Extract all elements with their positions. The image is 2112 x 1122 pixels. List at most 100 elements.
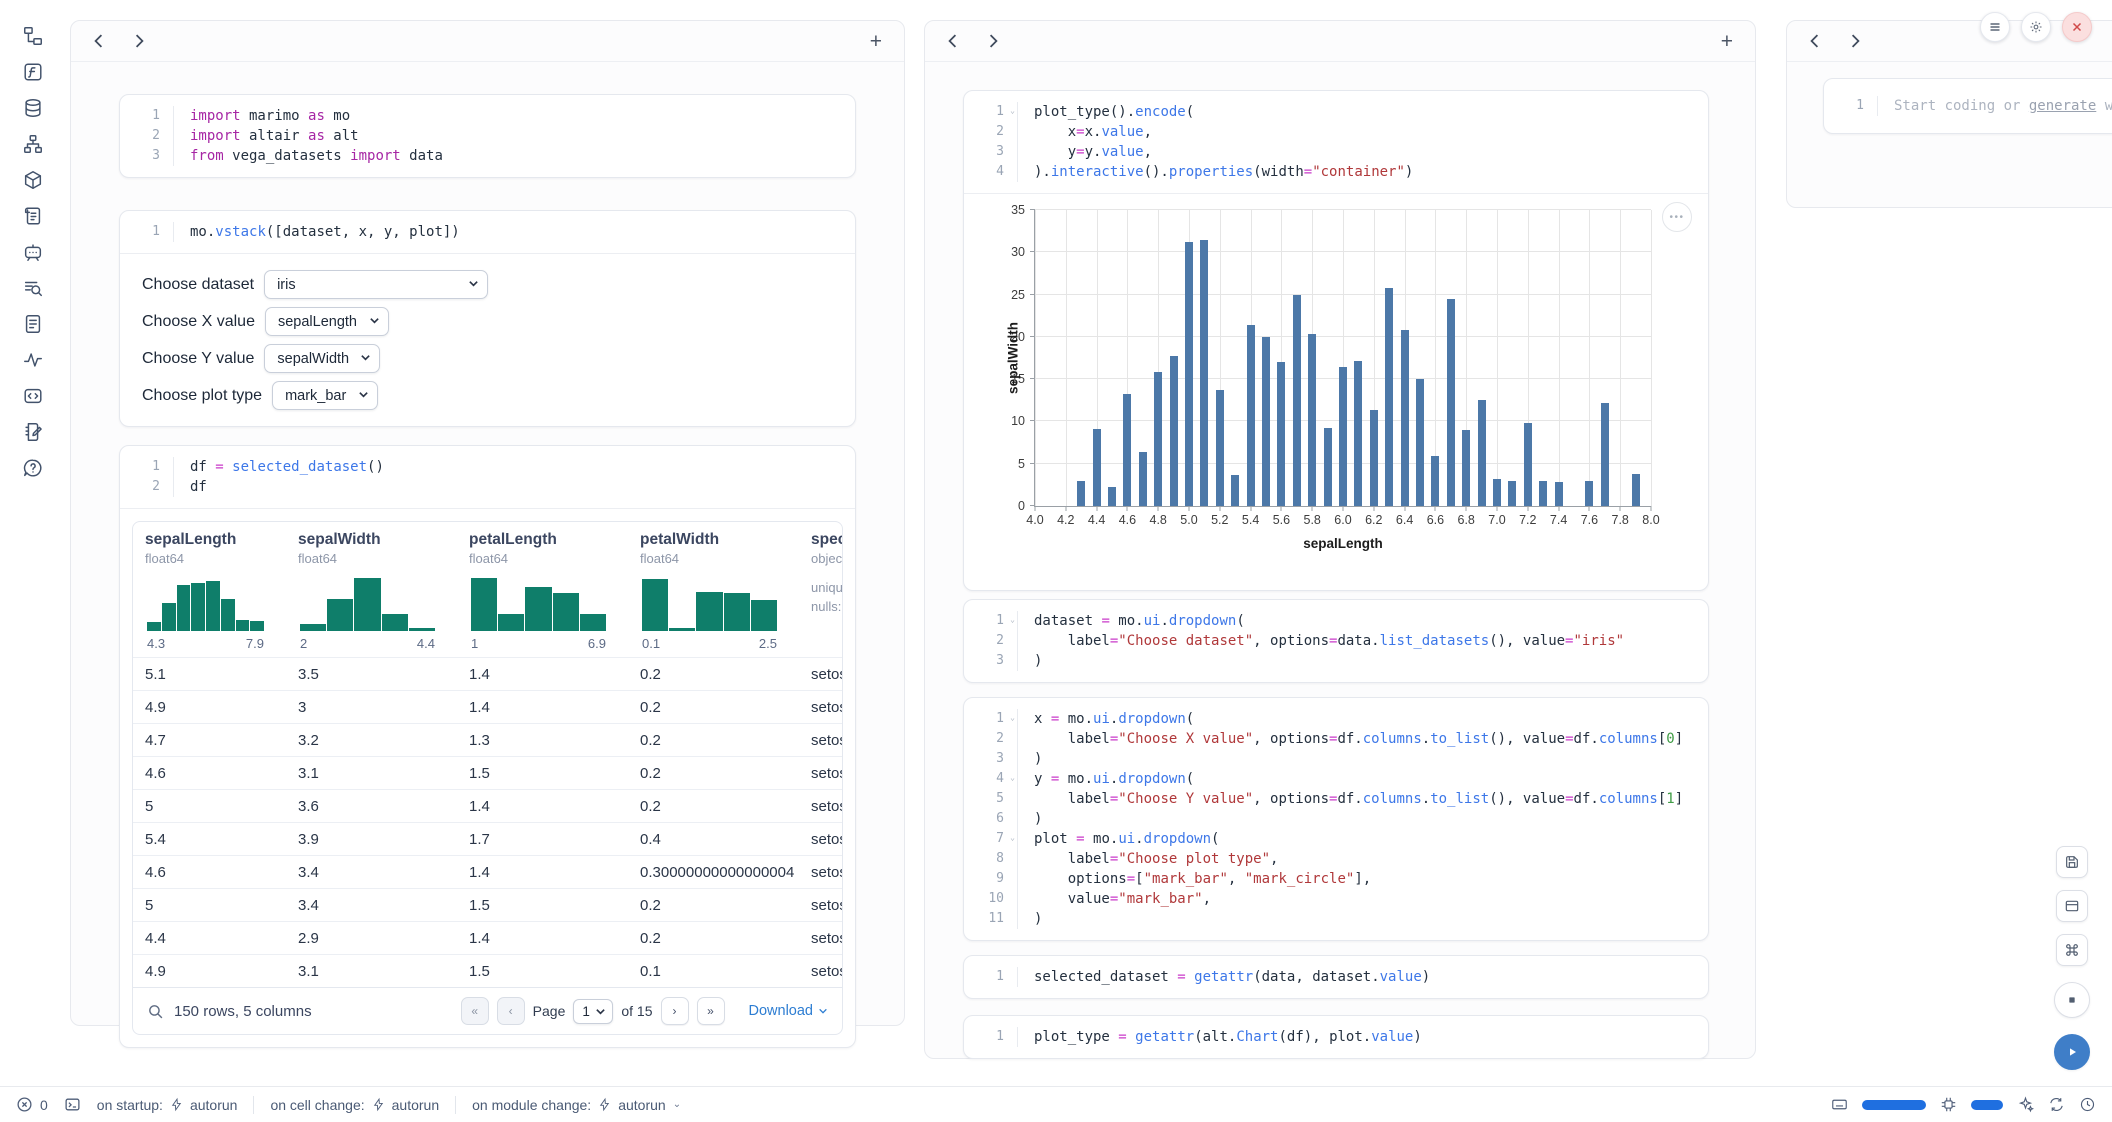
code-line[interactable]: 1 Start coding or generate with AI (1824, 96, 2112, 116)
sidebar-item-ai-chat[interactable] (22, 241, 44, 263)
divider (253, 1096, 254, 1114)
errors-indicator[interactable]: 0 (16, 1096, 48, 1113)
interrupt-button[interactable] (2054, 982, 2090, 1018)
table-cell: 5 (133, 889, 286, 921)
keyboard-shortcuts-button[interactable] (2056, 934, 2088, 966)
first-page-button[interactable]: « (461, 997, 489, 1025)
add-cell-button[interactable]: + (870, 31, 882, 52)
clock-icon[interactable] (2079, 1096, 2096, 1113)
sidebar-item-packages[interactable] (22, 169, 44, 191)
code-line[interactable]: 2import altair as alt (120, 126, 855, 146)
code-line[interactable]: 3) (964, 749, 1708, 769)
sidebar-item-functions[interactable] (22, 61, 44, 83)
sidebar-item-file-tree[interactable] (22, 25, 44, 47)
sidebar-item-scratchpad[interactable] (22, 421, 44, 443)
code-line[interactable]: 1df = selected_dataset() (120, 457, 855, 477)
column-header[interactable]: petalWidthfloat640.12.5 (628, 522, 799, 657)
runtime-on-startup[interactable]: on startup: autorun (97, 1097, 238, 1113)
chart-output[interactable]: 051015202530354.04.24.44.64.85.05.25.45.… (964, 194, 1708, 590)
sidebar-item-documentation[interactable] (22, 313, 44, 335)
sidebar (0, 0, 78, 479)
add-cell-button[interactable]: + (1721, 31, 1733, 52)
fold-caret-icon[interactable]: ⌄ (1010, 768, 1015, 788)
column-header[interactable]: petalLengthfloat6416.9 (457, 522, 628, 657)
code-line[interactable]: 3 y=y.value, (964, 142, 1708, 162)
table-cell: setosa (799, 889, 842, 921)
fold-caret-icon[interactable]: ⌄ (1010, 610, 1015, 630)
code-line[interactable]: 2df (120, 477, 855, 497)
column-header[interactable]: speciesobjectuniquenulls: (799, 522, 842, 657)
column-move-right-button[interactable] (1850, 34, 1861, 48)
sidebar-item-snippets[interactable] (22, 385, 44, 407)
code-line[interactable]: 4⌄y = mo.ui.dropdown( (964, 769, 1708, 789)
code-line[interactable]: 7⌄plot = mo.ui.dropdown( (964, 829, 1708, 849)
code-line[interactable]: 2 label="Choose X value", options=df.col… (964, 729, 1708, 749)
fold-caret-icon[interactable]: ⌄ (1010, 101, 1015, 121)
column-header[interactable]: sepalWidthfloat6424.4 (286, 522, 457, 657)
terminal-button[interactable] (64, 1096, 81, 1113)
settings-button[interactable] (2021, 12, 2051, 42)
column-move-left-button[interactable] (947, 34, 958, 48)
sidebar-item-logs[interactable] (22, 205, 44, 227)
page-select[interactable]: 1 (573, 999, 613, 1024)
runtime-on-cell-change[interactable]: on cell change: autorun (270, 1097, 439, 1113)
line-number: 2 (964, 729, 1017, 749)
search-icon[interactable] (147, 1003, 164, 1020)
last-page-button[interactable]: » (697, 997, 725, 1025)
shutdown-button[interactable] (2062, 12, 2092, 42)
empty-code-cell[interactable]: 1 Start coding or generate with AI (1823, 78, 2112, 134)
panel-layout-button[interactable] (2056, 890, 2088, 922)
close-icon (2070, 20, 2084, 34)
code-line[interactable]: 10 value="mark_bar", (964, 889, 1708, 909)
code-line[interactable]: 1selected_dataset = getattr(data, datase… (964, 967, 1708, 987)
code-line[interactable]: 1plot_type = getattr(alt.Chart(df), plot… (964, 1027, 1708, 1047)
code-line[interactable]: 6) (964, 809, 1708, 829)
run-all-button[interactable] (2054, 1034, 2090, 1070)
fold-caret-icon[interactable]: ⌄ (1010, 708, 1015, 728)
code-line[interactable]: 3from vega_datasets import data (120, 146, 855, 166)
code-line[interactable]: 1⌄dataset = mo.ui.dropdown( (964, 611, 1708, 631)
sidebar-item-tracing[interactable] (22, 277, 44, 299)
table-cell: setosa (799, 691, 842, 723)
menu-button[interactable] (1980, 12, 2010, 42)
column-move-right-button[interactable] (988, 34, 999, 48)
code-line[interactable]: 9 options=["mark_bar", "mark_circle"], (964, 869, 1708, 889)
code-line[interactable]: 11) (964, 909, 1708, 929)
save-button[interactable] (2056, 846, 2088, 878)
column-header[interactable]: sepalLengthfloat644.37.9 (133, 522, 286, 657)
chart-menu-button[interactable]: ••• (1662, 202, 1692, 232)
code-line[interactable]: 1⌄x = mo.ui.dropdown( (964, 709, 1708, 729)
column-move-left-button[interactable] (93, 34, 104, 48)
download-button[interactable]: Download (749, 1003, 829, 1019)
code-line[interactable]: 1mo.vstack([dataset, x, y, plot]) (120, 222, 855, 242)
code-line[interactable]: 8 label="Choose plot type", (964, 849, 1708, 869)
fold-caret-icon[interactable]: ⌄ (1010, 828, 1015, 848)
code-line[interactable]: 3) (964, 651, 1708, 671)
dropdown-choose-dataset[interactable]: iris (264, 270, 488, 299)
code-line[interactable]: 5 label="Choose Y value", options=df.col… (964, 789, 1708, 809)
sidebar-item-database[interactable] (22, 97, 44, 119)
dropdown-choose-plot-type[interactable]: mark_bar (272, 381, 378, 410)
code-line[interactable]: 4).interactive().properties(width="conta… (964, 162, 1708, 182)
code-line[interactable]: 2 x=x.value, (964, 122, 1708, 142)
dropdown-row: Choose datasetiris (142, 270, 833, 299)
sidebar-item-dependency-graph[interactable] (22, 133, 44, 155)
sync-icon[interactable] (2048, 1096, 2065, 1113)
prev-page-button[interactable]: ‹ (497, 997, 525, 1025)
next-page-button[interactable]: › (661, 997, 689, 1025)
code-line[interactable]: 2 label="Choose dataset", options=data.l… (964, 631, 1708, 651)
column-move-right-button[interactable] (134, 34, 145, 48)
axis-tick (1497, 506, 1498, 511)
keyboard-icon[interactable] (1831, 1096, 1848, 1113)
ai-sparkle-icon[interactable] (2017, 1096, 2034, 1113)
code-line[interactable]: 1⌄plot_type().encode( (964, 102, 1708, 122)
bar (1447, 299, 1455, 506)
code-line[interactable]: 1import marimo as mo (120, 106, 855, 126)
dropdown-choose-x-value[interactable]: sepalLength (265, 307, 389, 336)
column-move-left-button[interactable] (1809, 34, 1820, 48)
generate-with-ai-link[interactable]: generate (2029, 98, 2096, 114)
dropdown-choose-y-value[interactable]: sepalWidth (264, 344, 380, 373)
runtime-on-module-change[interactable]: on module change: autorun ⌄ (472, 1097, 681, 1113)
sidebar-item-activity[interactable] (22, 349, 44, 371)
sidebar-item-help[interactable] (22, 457, 44, 479)
